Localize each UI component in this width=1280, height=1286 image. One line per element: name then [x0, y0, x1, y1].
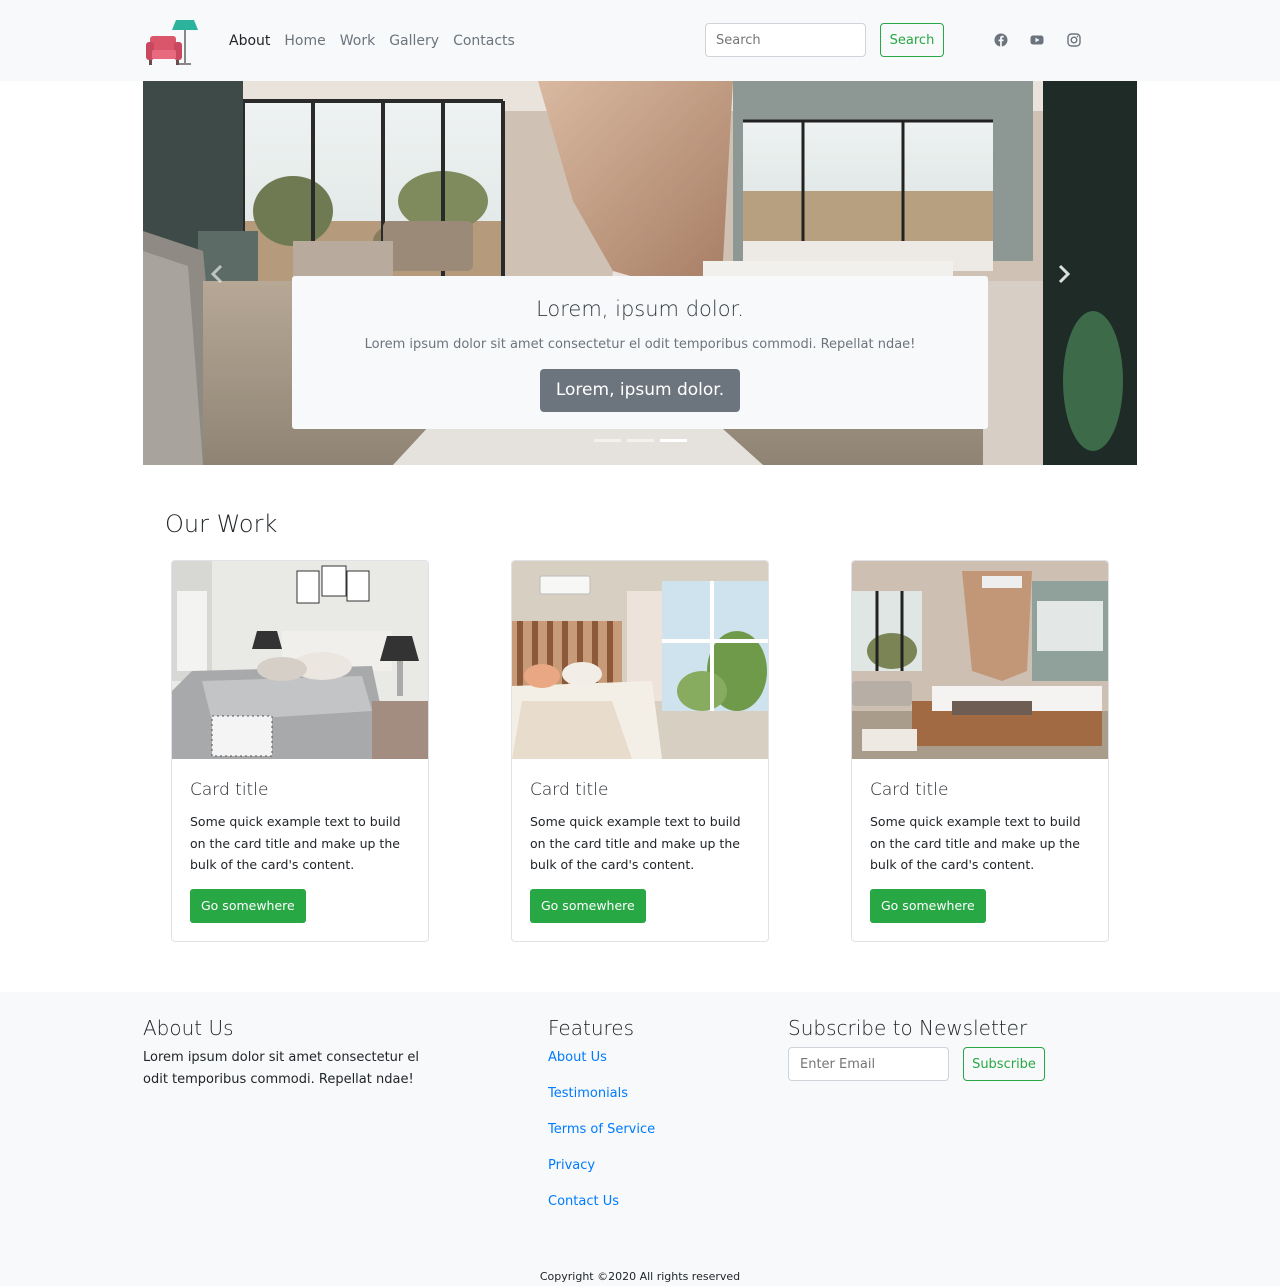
search-input[interactable] [705, 23, 866, 57]
youtube-icon[interactable] [1030, 33, 1044, 47]
carousel-indicators [594, 439, 687, 442]
footer-link-about-us[interactable]: About Us [548, 1050, 607, 1065]
carousel-indicator-1[interactable] [594, 439, 621, 442]
list-item: Contact Us [548, 1191, 655, 1227]
footer-link-privacy[interactable]: Privacy [548, 1158, 595, 1173]
nav-item-home[interactable]: Home [284, 31, 325, 51]
footer-link-testimonials[interactable]: Testimonials [548, 1086, 628, 1101]
list-item: Privacy [548, 1155, 655, 1191]
caption-text: Lorem ipsum dolor sit amet consectetur e… [364, 337, 916, 352]
card-image-bedroom-rock [852, 561, 1108, 759]
instagram-icon[interactable] [1067, 33, 1081, 47]
navbar: About Home Work Gallery Contacts Search [0, 0, 1280, 81]
card-title: Card title [530, 780, 609, 800]
card-image-bedroom-window [512, 561, 768, 759]
footer-link-contact-us[interactable]: Contact Us [548, 1194, 619, 1209]
nav-item-contacts[interactable]: Contacts [453, 31, 515, 51]
carousel-caption: Lorem, ipsum dolor. Lorem ipsum dolor si… [292, 276, 988, 429]
work-card-3: Card title Some quick example text to bu… [851, 560, 1109, 942]
go-somewhere-button[interactable]: Go somewhere [870, 888, 986, 923]
features-list: About Us Testimonials Terms of Service P… [548, 1047, 655, 1227]
list-item: About Us [548, 1047, 655, 1083]
features-heading: Features [548, 1016, 634, 1040]
card-body: Card title Some quick example text to bu… [852, 759, 1108, 923]
card-title: Card title [870, 780, 949, 800]
nav-item-gallery[interactable]: Gallery [389, 31, 439, 51]
armchair-lamp-logo[interactable] [143, 16, 201, 68]
card-title: Card title [190, 780, 269, 800]
carousel-indicator-2[interactable] [627, 439, 654, 442]
facebook-icon[interactable] [994, 33, 1008, 47]
section-title-our-work: Our Work [165, 510, 278, 538]
caption-button[interactable]: Lorem, ipsum dolor. [539, 369, 741, 412]
about-us-text: Lorem ipsum dolor sit amet consectetur e… [143, 1050, 419, 1087]
carousel-indicator-3[interactable] [660, 439, 687, 442]
work-card-1: Card title Some quick example text to bu… [171, 560, 429, 942]
card-body: Card title Some quick example text to bu… [172, 759, 428, 923]
carousel-next-icon[interactable] [1053, 262, 1073, 286]
nav-item-work[interactable]: Work [340, 31, 375, 51]
newsletter-heading: Subscribe to Newsletter [788, 1016, 1028, 1040]
card-text: Some quick example text to build on the … [190, 814, 401, 872]
footer: About Us Lorem ipsum dolor sit amet cons… [0, 992, 1280, 1286]
email-field[interactable] [788, 1047, 949, 1081]
about-us-heading: About Us [143, 1016, 234, 1040]
list-item: Testimonials [548, 1083, 655, 1119]
main-nav: About Home Work Gallery Contacts [229, 31, 529, 51]
list-item: Terms of Service [548, 1119, 655, 1155]
footer-link-terms[interactable]: Terms of Service [548, 1122, 655, 1137]
search-button[interactable]: Search [880, 23, 944, 57]
go-somewhere-button[interactable]: Go somewhere [190, 888, 306, 923]
go-somewhere-button[interactable]: Go somewhere [530, 888, 646, 923]
subscribe-button[interactable]: Subscribe [963, 1047, 1045, 1081]
card-body: Card title Some quick example text to bu… [512, 759, 768, 923]
card-text: Some quick example text to build on the … [530, 814, 741, 872]
work-card-2: Card title Some quick example text to bu… [511, 560, 769, 942]
caption-title: Lorem, ipsum dolor. [536, 297, 744, 321]
nav-item-about[interactable]: About [229, 31, 270, 51]
card-image-bedroom-gray [172, 561, 428, 759]
carousel-prev-icon[interactable] [208, 262, 228, 286]
copyright-text: Copyright ©2020 All rights reserved [539, 1270, 741, 1283]
card-text: Some quick example text to build on the … [870, 814, 1081, 872]
